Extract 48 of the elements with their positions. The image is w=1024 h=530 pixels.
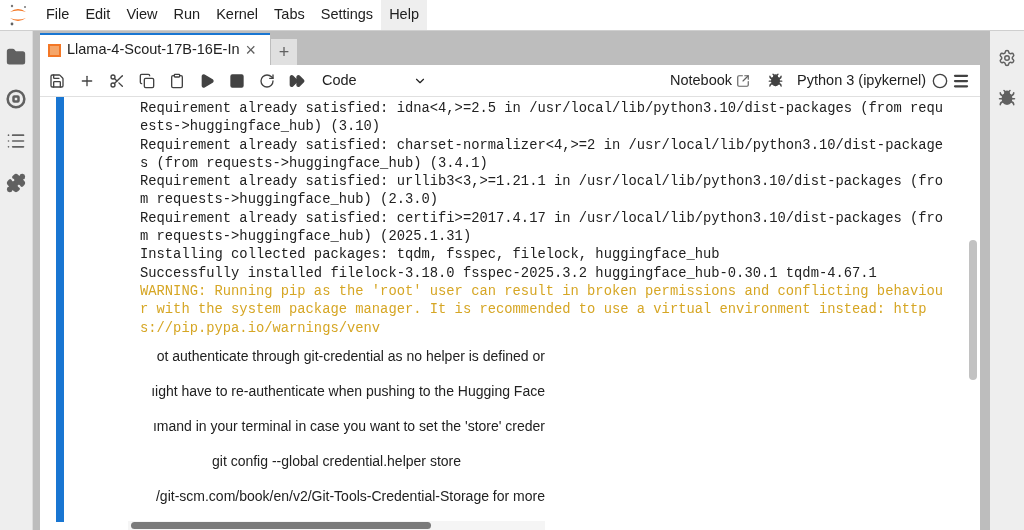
output-line: Requirement already satisfied: urllib3<3,>=1.21.1 in /usr/local/lib/python3.10/dist-packages (fro bbox=[140, 173, 944, 192]
warning-line: s://pip.pypa.io/warnings/venv bbox=[140, 319, 382, 338]
message-line: /git-scm.com/book/en/v2/Git-Tools-Credential-Storage for more bbox=[155, 486, 545, 506]
menu-item[interactable]: Run bbox=[165, 0, 209, 30]
warning-line: r with the system package manager. It is recommended to use a virtual environment instead: http bbox=[140, 301, 928, 320]
scrollbar-thumb[interactable] bbox=[131, 522, 431, 530]
output-line: Requirement already satisfied: idna<4,>=2.5 in /usr/local/lib/python3.10/dist-packages (from requ bbox=[140, 100, 944, 118]
tab-title: Llama-4-Scout-17B-16E-In bbox=[67, 40, 240, 60]
message-line: ot authenticate through git-credential as no helper is defined or bbox=[156, 346, 545, 366]
output-line: Successfully installed filelock-3.18.0 fsspec-2025.3.2 huggingface_hub-0.30.1 tqdm-4.67.1 bbox=[140, 264, 878, 283]
folder-icon[interactable] bbox=[6, 47, 26, 67]
kernel-status-icon bbox=[932, 72, 948, 89]
bug-icon[interactable] bbox=[998, 89, 1016, 107]
new-tab-button[interactable]: + bbox=[271, 39, 297, 65]
menu-item[interactable]: Tabs bbox=[266, 0, 313, 30]
output-line: ests->huggingface_hub) (3.10) bbox=[140, 118, 382, 137]
menu-item[interactable]: File bbox=[38, 0, 78, 30]
horizontal-scrollbar[interactable] bbox=[128, 520, 545, 530]
message-line: ımand in your terminal in case you want to set the 'store' creder bbox=[152, 416, 545, 436]
jupyter-logo-icon bbox=[8, 3, 28, 27]
output-line: s (from requests->huggingface_hub) (3.4.1) bbox=[140, 154, 489, 173]
menu-item[interactable]: Kernel bbox=[208, 0, 267, 30]
scrollbar-thumb[interactable] bbox=[969, 240, 977, 380]
menu-item[interactable]: View bbox=[118, 0, 166, 30]
bug-icon[interactable] bbox=[768, 73, 784, 88]
settings-icon[interactable] bbox=[998, 49, 1016, 67]
menu-item[interactable]: Edit bbox=[77, 0, 119, 30]
menu-item[interactable]: Settings bbox=[312, 0, 382, 30]
kernel-name[interactable]: Python 3 (ipykernel) bbox=[797, 69, 926, 92]
stop-circle-icon[interactable] bbox=[6, 89, 26, 109]
notebook-link[interactable]: Notebook bbox=[669, 69, 751, 92]
cell-type-dropdown[interactable]: Code bbox=[322, 69, 427, 92]
menu-item[interactable]: Help bbox=[381, 0, 427, 30]
notebook-tab[interactable]: Llama-4-Scout-17B-16E-In × bbox=[40, 33, 270, 65]
output-line: Requirement already satisfied: charset-normalizer<4,>=2 in /usr/local/lib/python3.10/dist-package bbox=[140, 136, 944, 155]
output-line: Installing collected packages: tqdm, fsspec, filelock, huggingface_hub bbox=[140, 246, 721, 265]
command-text: git config --global credential.helper store bbox=[212, 451, 461, 471]
notebook-icon bbox=[48, 43, 61, 57]
output-line: Requirement already satisfied: certifi>=2017.4.17 in /usr/local/lib/python3.10/dist-packages (fro bbox=[140, 209, 944, 228]
warning-line: WARNING: Running pip as the 'root' user can result in broken permissions and conflicting behaviou bbox=[140, 282, 944, 301]
active-cell-bar[interactable] bbox=[56, 97, 64, 522]
output-line: m requests->huggingface_hub) (2025.1.31) bbox=[140, 228, 473, 247]
puzzle-icon[interactable] bbox=[6, 173, 26, 193]
external-link-icon bbox=[736, 73, 751, 88]
close-button[interactable]: × bbox=[245, 41, 256, 59]
output-line: m requests->huggingface_hub) (2.3.0) bbox=[140, 191, 440, 210]
list-icon[interactable] bbox=[6, 131, 26, 151]
message-line: ıight have to re-authenticate when pushing to the Hugging Face bbox=[151, 381, 545, 401]
